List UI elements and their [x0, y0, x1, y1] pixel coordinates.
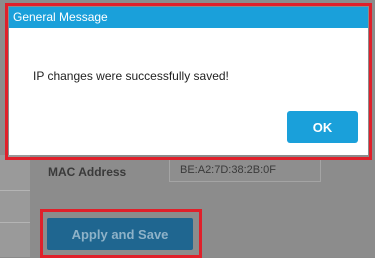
- general-message-dialog: General Message IP changes were successf…: [9, 7, 368, 155]
- dialog-title: General Message: [9, 7, 368, 28]
- mac-address-label: MAC Address: [48, 165, 127, 179]
- left-panel-divider: [0, 190, 30, 191]
- apply-and-save-button[interactable]: Apply and Save: [47, 218, 193, 250]
- dialog-message: IP changes were successfully saved!: [33, 69, 229, 83]
- mac-address-field: BE:A2:7D:38:2B:0F: [169, 158, 321, 182]
- left-panel-divider: [0, 222, 30, 223]
- ok-button[interactable]: OK: [287, 111, 358, 143]
- left-panel: [0, 155, 30, 257]
